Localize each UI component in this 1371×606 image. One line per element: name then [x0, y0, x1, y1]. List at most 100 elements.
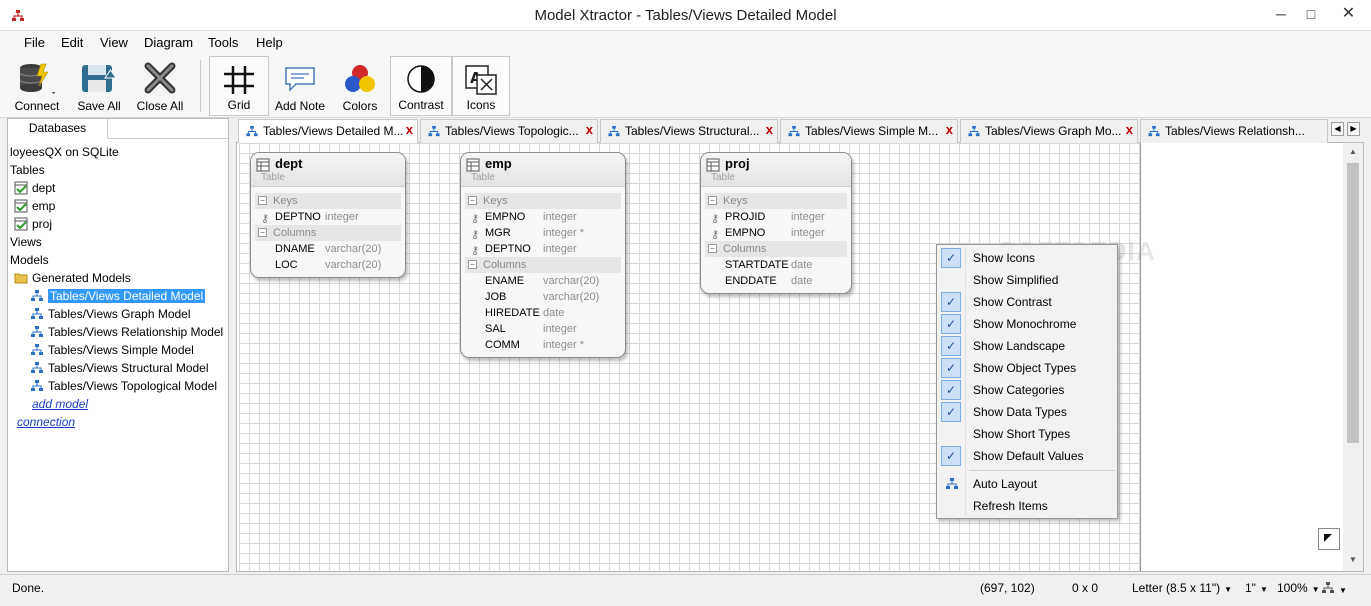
column-row[interactable]: SAL integer	[465, 321, 621, 337]
colors-button[interactable]: Colors	[332, 56, 388, 116]
column-row[interactable]: ⚷ DEPTNO integer	[255, 209, 401, 225]
icons-button[interactable]: A Icons	[452, 56, 510, 116]
menu-diagram[interactable]: Diagram	[144, 35, 193, 50]
collapse-icon[interactable]: −	[708, 196, 717, 205]
tab-structural-model[interactable]: Tables/Views Structural... x	[600, 119, 778, 143]
database-tree[interactable]: loyeesQX on SQLite Tables dept emp proj …	[8, 141, 228, 571]
collapse-icon[interactable]: −	[468, 260, 477, 269]
menu-show-categories[interactable]: ✓ Show Categories	[939, 379, 1115, 401]
tree-table-proj[interactable]: proj	[14, 215, 52, 233]
tab-close-icon[interactable]: x	[1126, 120, 1133, 141]
tree-tables[interactable]: Tables	[10, 161, 45, 179]
navigator-corner-button[interactable]	[1318, 528, 1340, 550]
collapse-icon[interactable]: −	[258, 228, 267, 237]
tree-model-graph[interactable]: Tables/Views Graph Model	[30, 305, 191, 323]
section-columns[interactable]: − Columns	[255, 225, 401, 241]
add-connection-link[interactable]: connection	[17, 413, 75, 431]
menu-tools[interactable]: Tools	[208, 35, 238, 50]
contrast-button[interactable]: Contrast	[390, 56, 452, 116]
tab-scroll-left-icon[interactable]: ◀	[1331, 122, 1344, 136]
tree-model-structural[interactable]: Tables/Views Structural Model	[30, 359, 209, 377]
menu-auto-layout[interactable]: Auto Layout	[939, 473, 1115, 495]
menu-show-landscape[interactable]: ✓ Show Landscape	[939, 335, 1115, 357]
collapse-icon[interactable]: −	[468, 196, 477, 205]
tab-relationship-model[interactable]: Tables/Views Relationsh...	[1140, 119, 1328, 143]
tab-topological-model[interactable]: Tables/Views Topologic... x	[420, 119, 598, 143]
add-model-link[interactable]: add model	[32, 395, 88, 413]
column-row[interactable]: HIREDATE date	[465, 305, 621, 321]
column-row[interactable]: STARTDATE date	[705, 257, 847, 273]
tree-table-dept[interactable]: dept	[14, 179, 55, 197]
tab-graph-model[interactable]: Tables/Views Graph Mo... x	[960, 119, 1138, 143]
tree-model-relationship[interactable]: Tables/Views Relationship Model	[30, 323, 223, 341]
menu-show-icons[interactable]: ✓ Show Icons	[939, 247, 1115, 269]
tree-connection[interactable]: loyeesQX on SQLite	[10, 143, 119, 161]
tab-close-icon[interactable]: x	[586, 120, 593, 141]
column-row[interactable]: DNAME varchar(20)	[255, 241, 401, 257]
menu-refresh-items[interactable]: Refresh Items	[939, 495, 1115, 517]
entity-dept[interactable]: dept Table − Keys ⚷ DEPTNO integer − Columns…	[250, 152, 406, 278]
menu-help[interactable]: Help	[256, 35, 283, 50]
column-row[interactable]: ⚷ PROJID integer	[705, 209, 847, 225]
close-all-button[interactable]: Close All	[132, 56, 188, 116]
menu-show-contrast[interactable]: ✓ Show Contrast	[939, 291, 1115, 313]
vertical-scrollbar[interactable]: ▲ ▼	[1343, 143, 1363, 571]
tab-scroll-right-icon[interactable]: ▶	[1347, 122, 1360, 136]
section-keys[interactable]: − Keys	[255, 193, 401, 209]
column-row[interactable]: ENDDATE date	[705, 273, 847, 289]
menu-show-monochrome[interactable]: ✓ Show Monochrome	[939, 313, 1115, 335]
section-keys[interactable]: − Keys	[465, 193, 621, 209]
tree-model-simple[interactable]: Tables/Views Simple Model	[30, 341, 194, 359]
column-row[interactable]: LOC varchar(20)	[255, 257, 401, 273]
zoom-dropdown[interactable]: 100% ▼	[1277, 581, 1320, 595]
tree-model-topological[interactable]: Tables/Views Topological Model	[30, 377, 217, 395]
scroll-up-icon[interactable]: ▲	[1346, 145, 1360, 159]
section-keys[interactable]: − Keys	[705, 193, 847, 209]
column-row[interactable]: ⚷ DEPTNO integer	[465, 241, 621, 257]
tree-model-detailed[interactable]: Tables/Views Detailed Model	[30, 287, 206, 305]
layout-dropdown[interactable]: ▼	[1321, 581, 1347, 596]
menu-show-data-types[interactable]: ✓ Show Data Types	[939, 401, 1115, 423]
scroll-thumb[interactable]	[1347, 163, 1359, 443]
menu-show-object-types[interactable]: ✓ Show Object Types	[939, 357, 1115, 379]
close-window-button[interactable]: ✕	[1326, 0, 1371, 30]
minimize-button[interactable]: ─	[1266, 0, 1296, 30]
tab-close-icon[interactable]: x	[946, 120, 953, 141]
column-row[interactable]: JOB varchar(20)	[465, 289, 621, 305]
save-all-button[interactable]: Save All	[72, 56, 126, 116]
column-row[interactable]: COMM integer *	[465, 337, 621, 353]
tree-models[interactable]: Models	[10, 251, 49, 269]
collapse-icon[interactable]: −	[708, 244, 717, 253]
section-columns[interactable]: − Columns	[705, 241, 847, 257]
column-row[interactable]: ENAME varchar(20)	[465, 273, 621, 289]
menu-edit[interactable]: Edit	[61, 35, 83, 50]
menu-view[interactable]: View	[100, 35, 128, 50]
maximize-button[interactable]: □	[1296, 0, 1326, 30]
menu-show-default-values[interactable]: ✓ Show Default Values	[939, 445, 1115, 467]
menu-file[interactable]: File	[24, 35, 45, 50]
menu-show-simplified[interactable]: Show Simplified	[939, 269, 1115, 291]
tab-databases[interactable]: Databases	[8, 119, 108, 139]
column-row[interactable]: ⚷ MGR integer *	[465, 225, 621, 241]
add-note-button[interactable]: Add Note	[270, 56, 330, 116]
tab-close-icon[interactable]: x	[406, 120, 413, 141]
grid-button[interactable]: Grid	[209, 56, 269, 116]
tab-close-icon[interactable]: x	[766, 120, 773, 141]
section-columns[interactable]: − Columns	[465, 257, 621, 273]
tab-simple-model[interactable]: Tables/Views Simple M... x	[780, 119, 958, 143]
menu-show-short-types[interactable]: Show Short Types	[939, 423, 1115, 445]
tree-views[interactable]: Views	[10, 233, 42, 251]
tree-table-emp[interactable]: emp	[14, 197, 55, 215]
tree-generated-models[interactable]: Generated Models	[14, 269, 131, 287]
connect-button[interactable]: Connect	[6, 56, 68, 116]
paper-size-dropdown[interactable]: Letter (8.5 x 11") ▼	[1132, 581, 1232, 595]
tab-detailed-model[interactable]: Tables/Views Detailed M... x	[238, 119, 418, 144]
column-row[interactable]: ⚷ EMPNO integer	[465, 209, 621, 225]
entity-emp[interactable]: emp Table − Keys ⚷ EMPNO integer ⚷ MGR intege…	[460, 152, 626, 358]
column-row[interactable]: ⚷ EMPNO integer	[705, 225, 847, 241]
scroll-down-icon[interactable]: ▼	[1346, 553, 1360, 567]
margin-dropdown[interactable]: 1" ▼	[1245, 581, 1268, 595]
entity-proj[interactable]: proj Table − Keys ⚷ PROJID integer ⚷ EMPNO in…	[700, 152, 852, 294]
collapse-icon[interactable]: −	[258, 196, 267, 205]
diagram-canvas[interactable]: dept Table − Keys ⚷ DEPTNO integer − Columns…	[236, 143, 1364, 572]
